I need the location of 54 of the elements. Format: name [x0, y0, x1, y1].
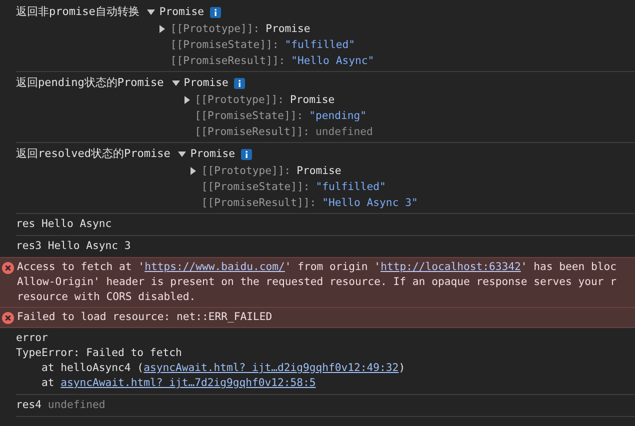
log-text: Access to fetch at '	[17, 260, 145, 275]
log-text: res3 Hello Async 3	[16, 239, 131, 254]
source-link[interactable]: http://localhost:63342	[380, 260, 521, 275]
property-key: [[PromiseState]]:	[201, 179, 310, 195]
log-text: ' has been bloc	[520, 260, 617, 275]
log-text: at helloAsync4 (	[40, 361, 144, 376]
property-value: "Hello Async 3"	[322, 196, 418, 211]
log-label: 返回非promise自动转换	[16, 4, 140, 20]
log-label: 返回resolved状态的Promise	[16, 146, 170, 162]
collapse-triangle-icon[interactable]	[147, 8, 156, 16]
property-value: Promise	[296, 164, 342, 179]
object-summary: Promise	[190, 147, 235, 162]
property-key: [[PromiseResult]]:	[170, 53, 286, 69]
info-icon	[210, 6, 222, 18]
property-key: [[PromiseResult]]:	[201, 195, 316, 211]
source-link[interactable]: asyncAwait.html? ijt…d2ig9gqhf0v12:49:32	[144, 361, 399, 376]
property-key: [[PromiseState]]:	[170, 37, 279, 53]
log-text: res4	[16, 398, 43, 413]
log-text: Allow-Origin' header is present on the requested resource. If an opaque response serves your r	[17, 275, 617, 290]
property-value: "fulfilled"	[316, 180, 386, 195]
expand-triangle-icon[interactable]	[189, 167, 198, 175]
object-summary: Promise	[159, 5, 204, 20]
property-key: [[Prototype]]:	[201, 163, 291, 179]
log-label: 返回pending状态的Promise	[16, 75, 164, 91]
property-key: [[Prototype]]:	[170, 21, 260, 37]
source-link[interactable]: https://www.baidu.com/	[144, 260, 285, 275]
info-icon	[241, 148, 252, 160]
error-icon	[2, 262, 14, 274]
expand-triangle-icon[interactable]	[158, 25, 166, 33]
property-value: "pending"	[309, 109, 367, 124]
property-key: [[PromiseResult]]:	[194, 124, 310, 140]
log-text: Failed to load resource: net::ERR_FAILED	[17, 310, 272, 325]
info-icon	[234, 78, 246, 88]
expand-triangle-icon[interactable]	[182, 96, 191, 104]
log-text: at	[40, 376, 56, 391]
log-text: )	[398, 361, 406, 376]
property-value: "fulfilled"	[284, 38, 355, 53]
collapse-triangle-icon[interactable]	[172, 79, 180, 87]
property-key: [[Prototype]]:	[194, 92, 284, 108]
object-summary: Promise	[184, 76, 228, 91]
collapse-triangle-icon[interactable]	[178, 150, 186, 158]
log-text: resource with CORS disabled.	[17, 290, 196, 305]
log-text: ' from origin '	[284, 260, 381, 275]
property-value: "Hello Async"	[291, 54, 374, 69]
property-value: undefined	[316, 125, 373, 140]
property-value: Promise	[266, 22, 310, 37]
log-text: res Hello Async	[16, 217, 112, 232]
log-value: undefined	[48, 398, 106, 413]
log-text: TypeError: Failed to fetch	[16, 346, 182, 361]
property-key: [[PromiseState]]:	[194, 108, 304, 124]
log-text: error	[16, 331, 48, 346]
error-icon	[2, 312, 14, 324]
source-link[interactable]: asyncAwait.html? ijt…7d2ig9gqhf0v12:58:5	[60, 376, 316, 391]
property-value: Promise	[290, 93, 335, 108]
